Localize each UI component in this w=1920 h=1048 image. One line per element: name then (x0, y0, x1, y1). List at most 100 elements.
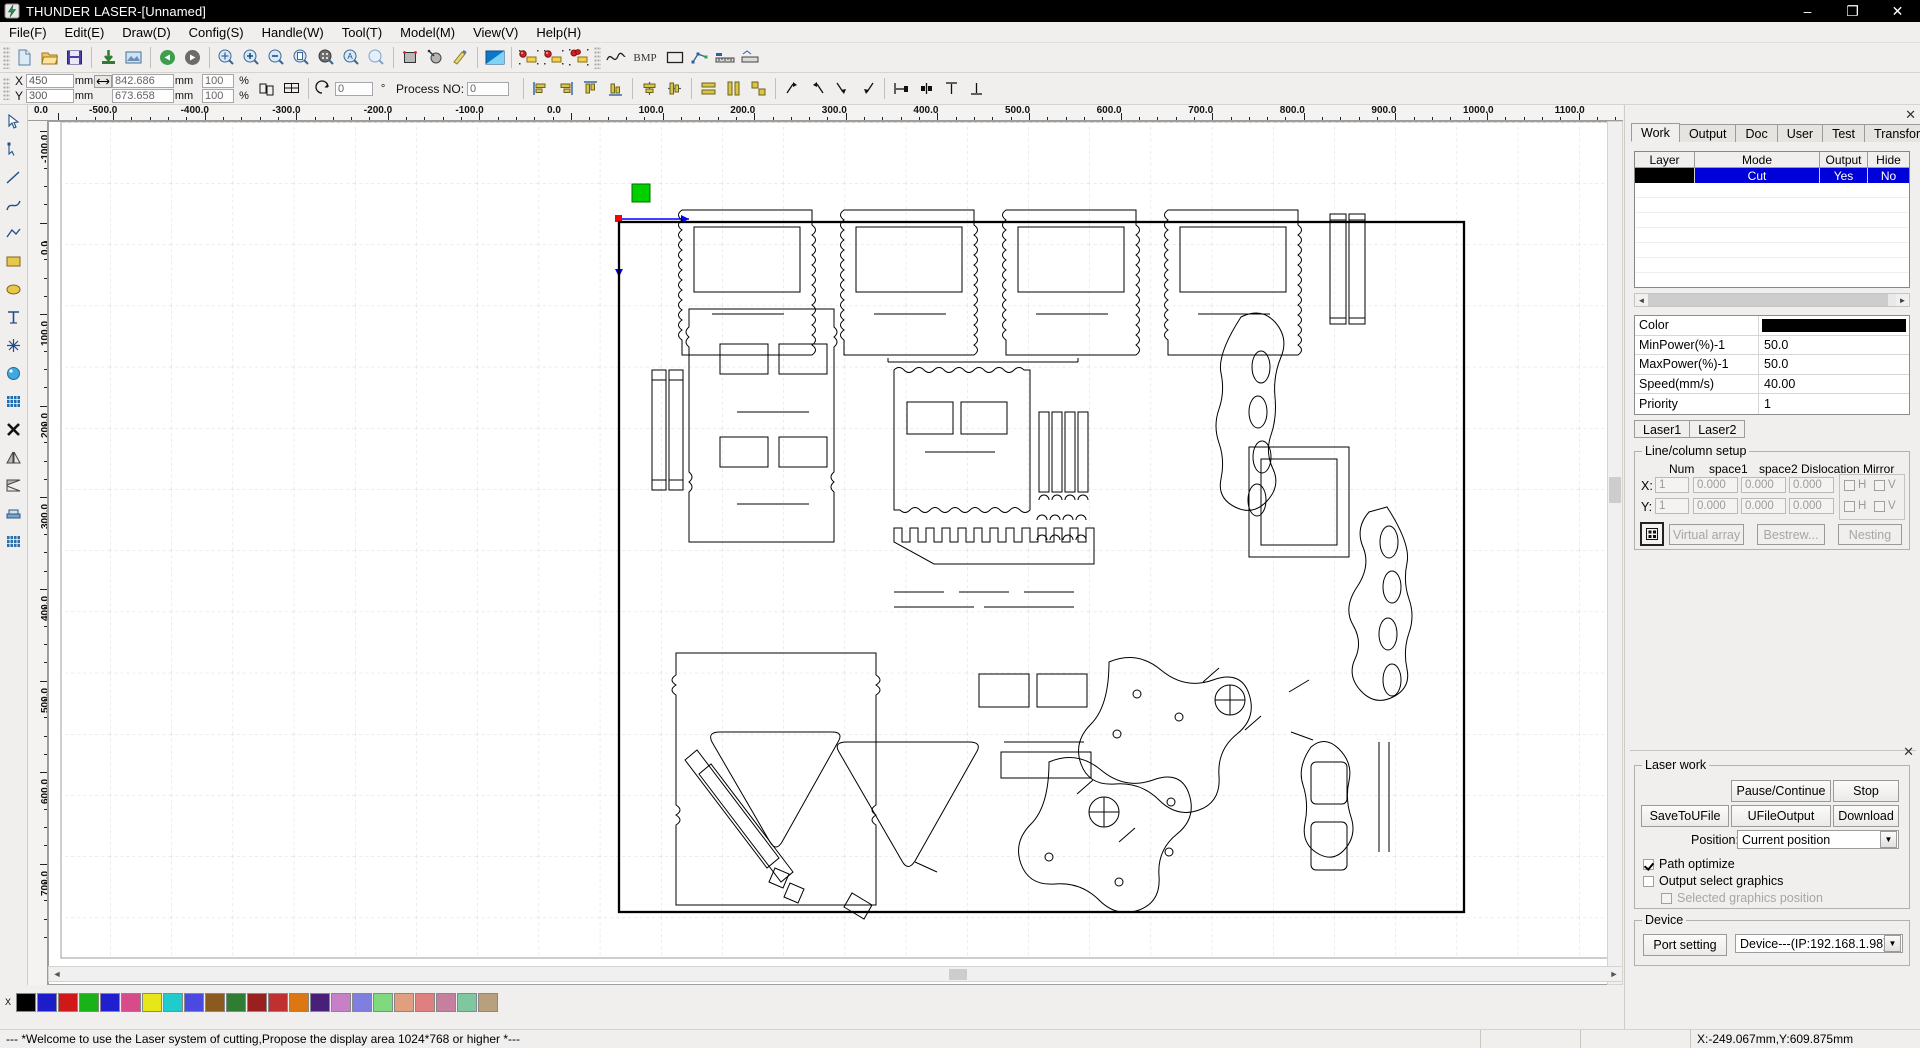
layer-table-scrollbar[interactable]: ◄ ► (1634, 293, 1910, 307)
lcs-x-num[interactable]: 1 (1655, 477, 1689, 493)
array-copy2-icon[interactable] (541, 46, 566, 70)
palette-swatch[interactable] (247, 992, 267, 1012)
prop-value-maxpower[interactable]: 50.0 (1759, 355, 1909, 374)
dist-left-icon[interactable] (889, 77, 914, 101)
export-image-icon[interactable] (121, 46, 146, 70)
lcs-y-dislocation[interactable]: 0.000 (1789, 498, 1834, 514)
pause-continue-button[interactable]: Pause/Continue (1731, 780, 1831, 802)
color-picker-icon[interactable] (1, 360, 26, 387)
toolbar-grip-2[interactable] (594, 46, 601, 69)
toolbar-grip[interactable] (3, 46, 10, 69)
device-combobox[interactable]: Device---(IP:192.168.1.98) ▼ (1735, 934, 1903, 953)
layer-empty-row[interactable] (1635, 183, 1909, 198)
array-copy3-icon[interactable] (566, 46, 591, 70)
zoom-out-icon[interactable] (264, 46, 289, 70)
align-top-icon[interactable] (578, 77, 603, 101)
layer-hide-cell[interactable]: No (1868, 168, 1909, 183)
node-edit-tool-icon[interactable] (1, 136, 26, 163)
menu-handle[interactable]: Handle(W) (253, 23, 333, 42)
lcs-y-space1[interactable]: 0.000 (1693, 498, 1738, 514)
path-optimize-checkbox[interactable] (1643, 858, 1654, 870)
palette-swatch[interactable] (226, 992, 246, 1012)
palette-swatch[interactable] (268, 992, 288, 1012)
prop-row-priority[interactable]: Priority 1 (1635, 394, 1909, 414)
zoom-window-icon[interactable] (364, 46, 389, 70)
text-icon[interactable] (1, 304, 26, 331)
platform-icon[interactable] (1, 500, 26, 527)
layer-mode-cell[interactable]: Cut (1695, 168, 1820, 183)
zoom-in-icon[interactable] (239, 46, 264, 70)
prop-value-minpower[interactable]: 50.0 (1759, 336, 1909, 355)
mirror-v-icon[interactable] (1, 472, 26, 499)
position-combobox[interactable]: Current position ▼ (1737, 830, 1899, 849)
layer-empty-row[interactable] (1635, 228, 1909, 243)
bezier-icon[interactable] (1, 220, 26, 247)
layer-empty-row[interactable] (1635, 198, 1909, 213)
scale-y-input[interactable]: 100 (202, 89, 235, 103)
vertical-ruler[interactable]: -100.00.0100.0200.0300.0400.0500.0600.07… (28, 121, 48, 985)
tab-laser1[interactable]: Laser1 (1634, 420, 1691, 438)
palette-swatch[interactable] (394, 992, 414, 1012)
node-start-icon[interactable] (780, 77, 805, 101)
undo-icon[interactable] (155, 46, 180, 70)
maximize-button[interactable]: ❐ (1830, 0, 1875, 22)
scroll-right-arrow[interactable]: ► (1606, 967, 1622, 981)
same-height-icon[interactable] (721, 77, 746, 101)
horizontal-ruler[interactable]: 0.0 -500.0 -400.0 -300.0 -200.0 -100.0 0.0 100.… (28, 105, 1623, 121)
align-right-icon[interactable] (553, 77, 578, 101)
menu-model[interactable]: Model(M) (391, 23, 464, 42)
angle-input[interactable]: 0 (335, 81, 374, 96)
tab-laser2[interactable]: Laser2 (1689, 420, 1746, 438)
mirror-x-v-checkbox[interactable] (1874, 479, 1885, 491)
dist-vert-icon[interactable] (964, 77, 989, 101)
toolbar2-grip[interactable] (3, 77, 10, 100)
virtual-array-button[interactable]: Virtual array (1669, 524, 1744, 545)
layer-scroll-track[interactable] (1888, 294, 1896, 306)
same-width-icon[interactable] (696, 77, 721, 101)
dot-array-icon[interactable] (1, 528, 26, 555)
tab-output[interactable]: Output (1678, 124, 1737, 142)
nesting-button[interactable]: Nesting (1838, 524, 1902, 545)
layer-scroll-left-arrow[interactable]: ◄ (1635, 294, 1648, 306)
cross-icon[interactable] (1, 416, 26, 443)
palette-swatch[interactable] (16, 992, 36, 1012)
port-setting-button[interactable]: Port setting (1643, 934, 1727, 956)
node-merge-icon[interactable] (830, 77, 855, 101)
laser-work-close-icon[interactable]: ✕ (1903, 744, 1914, 760)
palette-swatch[interactable] (184, 992, 204, 1012)
dist-center-icon[interactable] (914, 77, 939, 101)
zoom-page-icon[interactable] (289, 46, 314, 70)
palette-swatch[interactable] (121, 992, 141, 1012)
palette-swatch[interactable] (436, 992, 456, 1012)
zoom-selection-icon[interactable] (314, 46, 339, 70)
output-select-graphics-checkbox[interactable] (1643, 875, 1654, 887)
preview-icon[interactable] (482, 46, 507, 70)
design-canvas[interactable] (48, 121, 1623, 985)
palette-swatch[interactable] (58, 992, 78, 1012)
prop-row-minpower[interactable]: MinPower(%)-1 50.0 (1635, 335, 1909, 356)
pan-icon[interactable] (214, 46, 239, 70)
node-edit-icon[interactable] (687, 46, 712, 70)
same-size-icon[interactable] (746, 77, 771, 101)
line-icon[interactable] (1, 164, 26, 191)
palette-swatch[interactable] (100, 992, 120, 1012)
close-button[interactable]: ✕ (1875, 0, 1920, 22)
select-arrow-icon[interactable] (1, 108, 26, 135)
layer-output-cell[interactable]: Yes (1820, 168, 1868, 183)
align-bottom-icon[interactable] (603, 77, 628, 101)
scale-x-input[interactable]: 100 (202, 74, 235, 88)
tab-transform[interactable]: Transform (1864, 124, 1920, 142)
canvas-vertical-scrollbar[interactable] (1607, 121, 1623, 985)
palette-swatch[interactable] (457, 992, 477, 1012)
cut-path-icon[interactable] (423, 46, 448, 70)
mirror-y-h-checkbox[interactable] (1844, 500, 1855, 512)
palette-swatch[interactable] (310, 992, 330, 1012)
panel-close-icon[interactable]: ✕ (1905, 107, 1916, 123)
align-center-h-icon[interactable] (637, 77, 662, 101)
prop-row-color[interactable]: Color (1635, 316, 1909, 336)
palette-swatch[interactable] (205, 992, 225, 1012)
curve-icon[interactable] (603, 46, 628, 70)
mirror-x-v[interactable]: V (1874, 479, 1896, 491)
prop-value-speed[interactable]: 40.00 (1759, 375, 1909, 394)
array-preview-icon[interactable] (1640, 522, 1664, 546)
